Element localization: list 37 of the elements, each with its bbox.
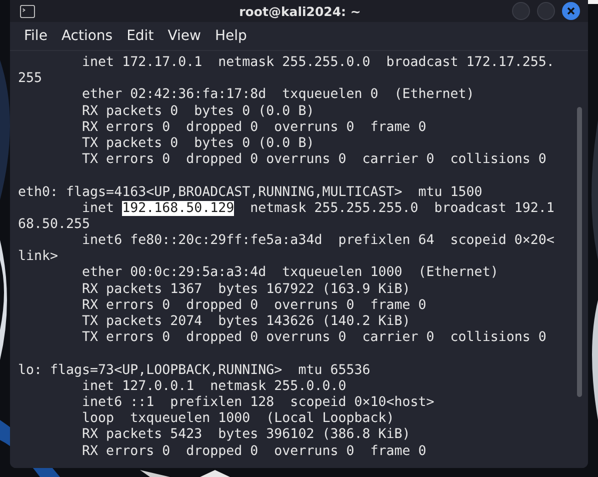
terminal-text: netmask 255.255.255.0 broadcast 192.1: [249, 200, 554, 216]
minimize-button[interactable]: [512, 2, 530, 20]
terminal-line: inet6 fe80::20c:29ff:fe5a:a34d prefixlen 64 scopeid 0×20<: [81, 233, 556, 250]
terminal-line: RX packets 0 bytes 0 (0.0 B): [81, 104, 316, 120]
terminal-line: TX packets 2074 bytes 143626 (140.2 KiB): [81, 314, 412, 330]
terminal-line: loop txqueuelen 1000 (Local Loopback): [81, 411, 396, 428]
terminal-line: inet 127.0.0.1 netmask 255.0.0.0: [81, 378, 348, 395]
terminal-line: eth0: flags=4163<UP,BROADCAST,RUNNING,MULTICAST> mtu 1500: [18, 184, 484, 201]
menu-item[interactable]: View: [162, 26, 207, 46]
terminal-line: RX errors 0 dropped 0 overruns 0 frame 0: [81, 298, 428, 314]
menu-item[interactable]: Edit: [120, 26, 160, 46]
terminal-line: lo: flags=73<UP,LOOPBACK,RUNNING> mtu 65536: [18, 362, 372, 379]
terminal-line: TX errors 0 dropped 0 overruns 0 carrier 0 collisions 0: [81, 152, 548, 168]
terminal-icon: [20, 4, 35, 18]
menu-item[interactable]: Help: [208, 26, 253, 46]
terminal-line: inet6 ::1 prefixlen 128 scopeid 0×10<host>: [81, 394, 436, 412]
terminal-line: RX packets 1367 bytes 167922 (163.9 KiB): [81, 282, 412, 298]
terminal-line: inet 172.17.0.1 netmask 255.255.0.0 broadcast 172.17.255.: [81, 55, 556, 72]
terminal-line: 255: [18, 71, 44, 88]
maximize-button[interactable]: [537, 2, 555, 20]
terminal-line: 68.50.255: [18, 216, 92, 234]
scrollbar-thumb[interactable]: [577, 107, 582, 397]
selected-text: 192.168.50.129: [122, 200, 234, 216]
menu-item[interactable]: File: [18, 26, 54, 46]
terminal-line: ether 02:42:36:fa:17:8d txqueuelen 0 (Ethernet): [81, 87, 476, 104]
terminal-line: RX errors 0 dropped 0 overruns 0 frame 0: [81, 444, 428, 460]
terminal-line: TX packets 0 bytes 0 (0.0 B): [81, 136, 316, 152]
terminal-line: RX errors 0 dropped 0 overruns 0 frame 0: [81, 120, 428, 136]
window-title: root@kali2024: ~: [239, 4, 361, 18]
terminal-line: ether 00:0c:29:5a:a3:4d txqueuelen 1000 (Ethernet): [81, 265, 500, 282]
close-button[interactable]: [562, 2, 580, 20]
terminal-line: TX errors 0 dropped 0 overruns 0 carrier 0 collisions 0: [81, 330, 548, 346]
menu-item[interactable]: Actions: [55, 26, 119, 46]
close-icon: [566, 6, 576, 16]
terminal-line: RX packets 5423 bytes 396102 (386.8 KiB): [81, 427, 412, 444]
terminal-text: inet: [81, 200, 116, 216]
terminal-line: link>: [18, 249, 60, 266]
